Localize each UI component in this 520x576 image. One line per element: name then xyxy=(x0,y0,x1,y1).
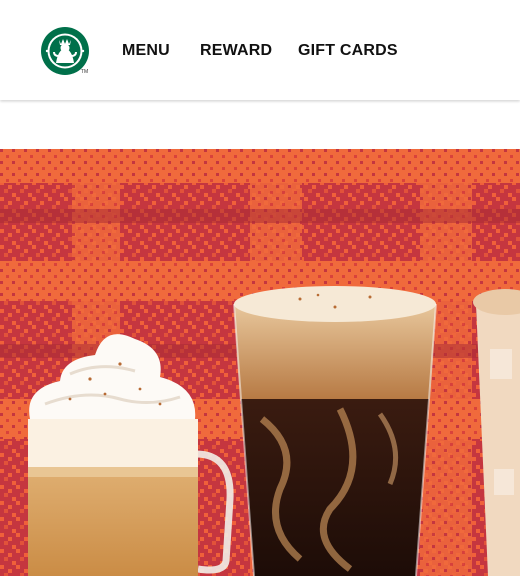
site-header: TM MENU REWARD GIFT CARDS xyxy=(0,0,520,100)
nav-reward[interactable]: REWARD xyxy=(200,42,272,60)
nav-menu[interactable]: MENU xyxy=(122,42,170,60)
plaid-background xyxy=(0,149,520,576)
nav-gift-cards[interactable]: GIFT CARDS xyxy=(298,42,398,60)
cold-brew-drink xyxy=(233,286,437,576)
hero-banner[interactable] xyxy=(0,149,520,576)
trademark-mark: TM xyxy=(81,69,89,75)
header-spacer xyxy=(0,101,520,149)
